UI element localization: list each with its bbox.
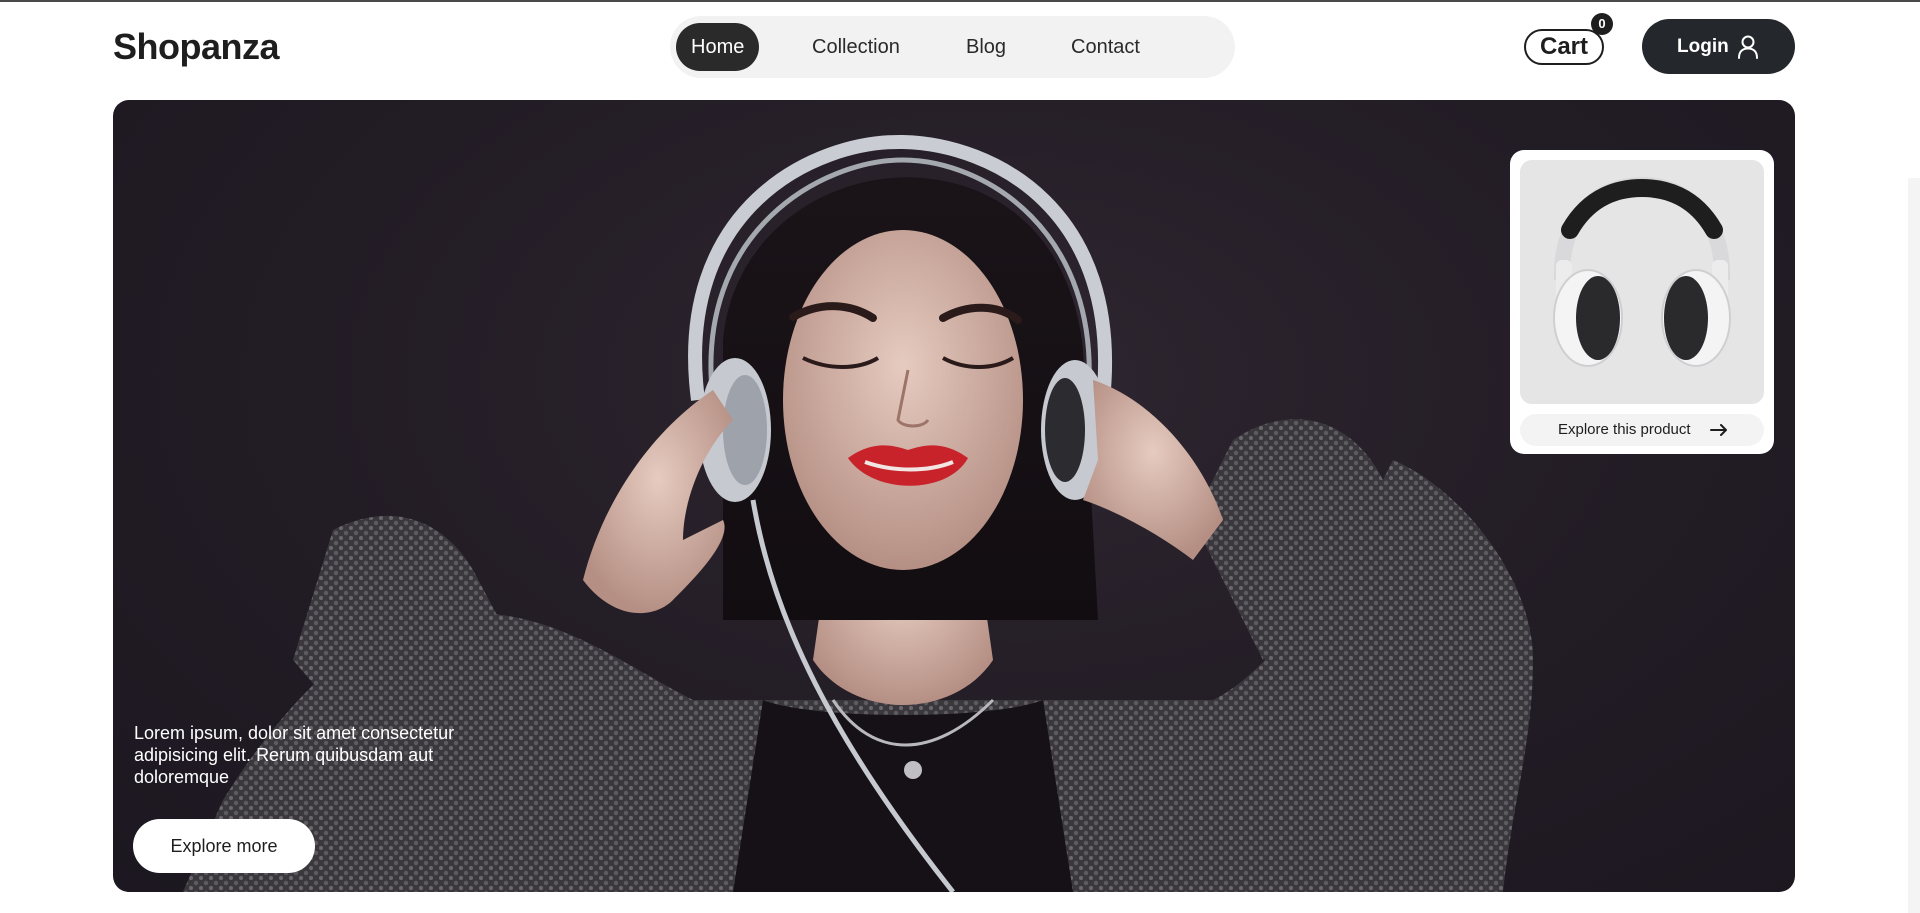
explore-more-button[interactable]: Explore more <box>133 819 315 873</box>
hero-description: Lorem ipsum, dolor sit amet consectetur … <box>134 723 455 787</box>
cart-count-badge: 0 <box>1591 13 1613 35</box>
brand-logo[interactable]: Shopanza <box>113 26 280 68</box>
nav-item-home[interactable]: Home <box>676 23 760 71</box>
user-icon <box>1738 35 1758 59</box>
nav-item-blog[interactable]: Blog <box>966 23 1006 71</box>
login-button[interactable]: Login <box>1642 19 1795 74</box>
headphones-icon <box>1553 176 1731 367</box>
explore-product-label: Explore this product <box>1558 421 1691 438</box>
nav-item-collection[interactable]: Collection <box>812 23 900 71</box>
featured-product-card[interactable]: Explore this product <box>1510 150 1774 454</box>
hero-banner: Lorem ipsum, dolor sit amet consectetur … <box>113 100 1795 892</box>
nav-item-contact[interactable]: Contact <box>1071 23 1140 71</box>
site-header: Shopanza Home Collection Blog Contact Ca… <box>0 2 1920 94</box>
main-nav: Home Collection Blog Contact <box>670 16 1235 78</box>
product-image[interactable] <box>1520 160 1764 404</box>
login-label: Login <box>1677 36 1729 57</box>
cart-button[interactable]: Cart <box>1524 29 1605 65</box>
arrow-right-icon <box>1710 424 1727 436</box>
page-scrollbar[interactable] <box>1908 178 1920 913</box>
explore-product-link[interactable]: Explore this product <box>1520 414 1764 446</box>
